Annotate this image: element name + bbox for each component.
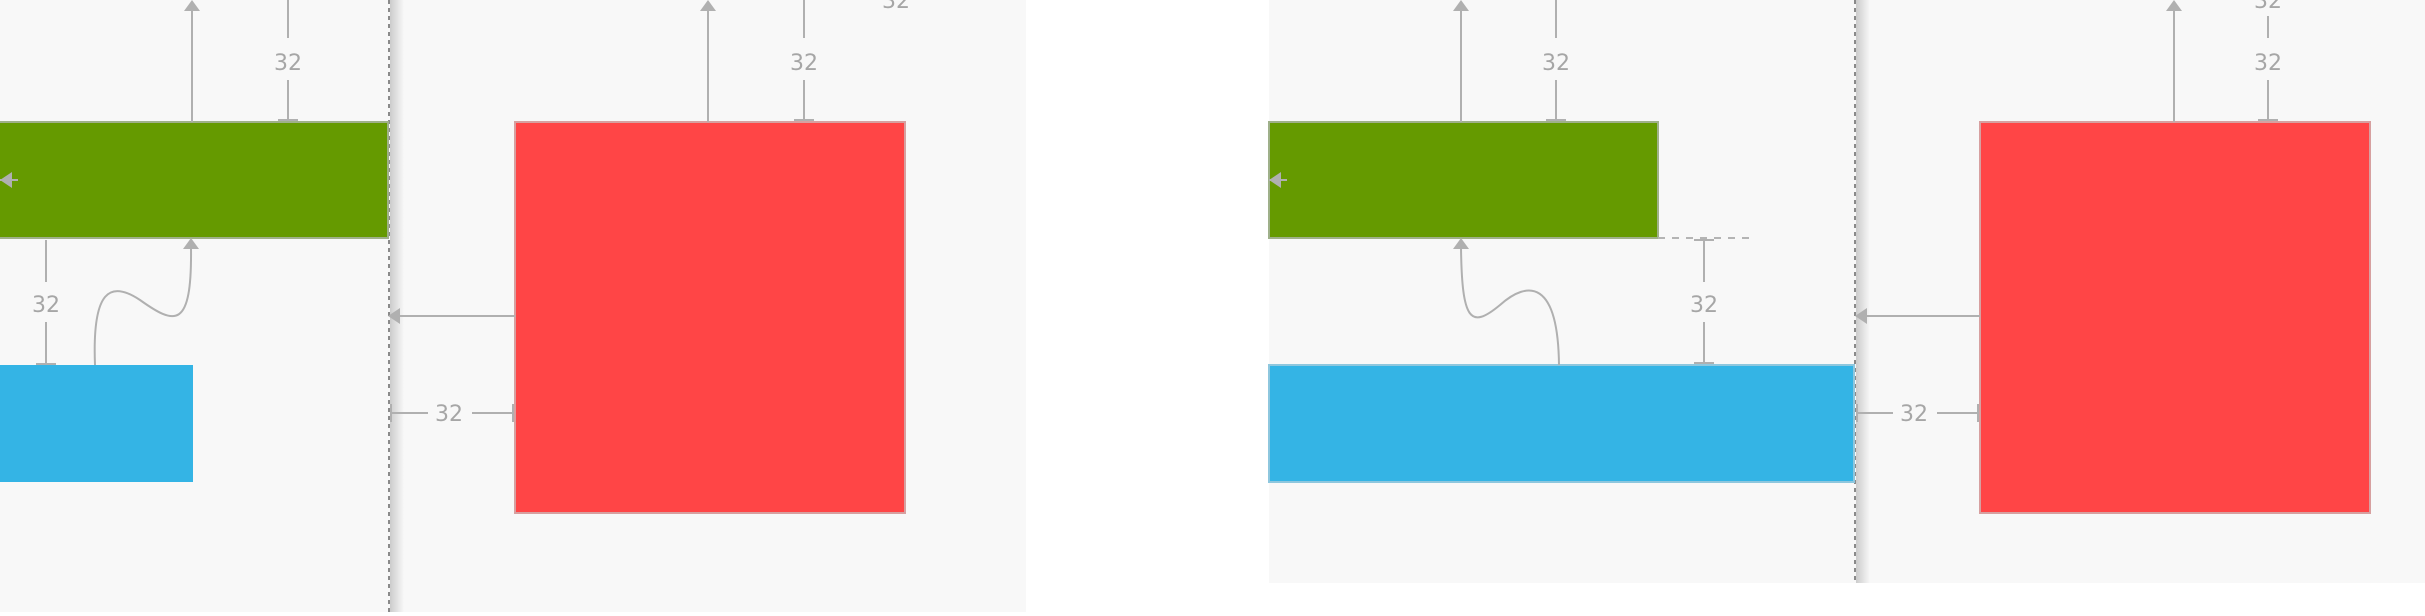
green-view[interactable] (1268, 121, 1659, 239)
layout-editor-canvas: 32 32 32 32 32 32 32 32 32 32 (0, 0, 2425, 612)
red-start-margin-label: 32 (1900, 402, 1928, 427)
right-design-panel: 32 32 32 32 32 (1268, 0, 2425, 583)
right-guideline-shadow (1856, 0, 1870, 583)
green-top-margin-label: 32 (274, 51, 302, 76)
blue-top-margin-label: 32 (1690, 293, 1718, 318)
red-top-margin-label: 32 (790, 51, 818, 76)
left-design-panel: 32 32 32 32 32 (0, 0, 1026, 612)
blueprint-svg: 32 32 32 32 32 32 32 32 32 32 (0, 0, 2425, 612)
red-start-margin-label: 32 (435, 402, 463, 427)
green-view[interactable] (0, 121, 389, 239)
red-top-margin-label: 32 (2254, 51, 2282, 76)
blue-top-margin-label: 32 (32, 293, 60, 318)
red-top-extra-label: 32 (2254, 0, 2282, 14)
green-top-margin-label: 32 (1542, 51, 1570, 76)
red-view[interactable] (514, 121, 906, 514)
cut-off-margin-label: 32 (882, 0, 910, 14)
left-guideline-shadow (390, 0, 404, 612)
blue-view[interactable] (1268, 364, 1855, 483)
red-view[interactable] (1979, 121, 2371, 514)
blue-view[interactable] (0, 365, 193, 482)
